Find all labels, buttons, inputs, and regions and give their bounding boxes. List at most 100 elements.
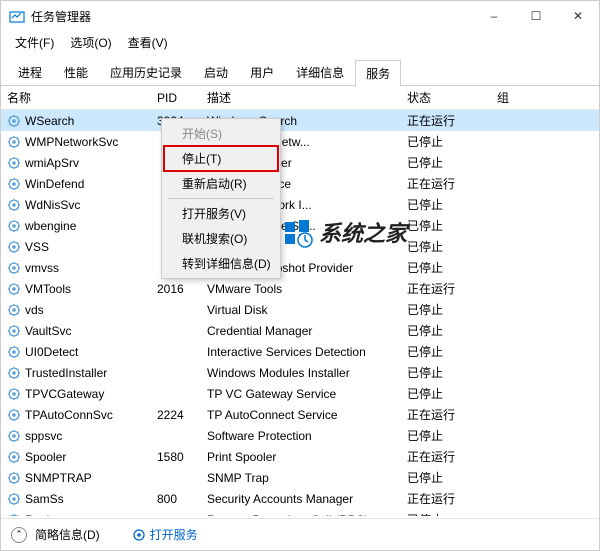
service-name: vmvss: [25, 261, 59, 275]
col-header-pid[interactable]: PID: [151, 89, 201, 107]
menu-options[interactable]: 选项(O): [64, 32, 117, 53]
service-row[interactable]: sppsvcSoftware Protection已停止: [1, 425, 599, 446]
service-status: 已停止: [401, 299, 491, 320]
service-row[interactable]: WMPNetworkSvcledia Player Netw...已停止: [1, 131, 599, 152]
service-group: [491, 350, 599, 354]
service-row[interactable]: UI0DetectInteractive Services Detection已…: [1, 341, 599, 362]
service-row[interactable]: SamSs 800Security Accounts Manager正在运行: [1, 488, 599, 509]
service-name: VMTools: [25, 282, 71, 296]
tab-5[interactable]: 详细信息: [285, 59, 355, 85]
service-row[interactable]: SNMPTRAPSNMP Trap已停止: [1, 467, 599, 488]
menu-view[interactable]: 查看(V): [122, 32, 174, 53]
minimize-button[interactable]: –: [473, 1, 515, 31]
service-group: [491, 203, 599, 207]
service-group: [491, 455, 599, 459]
menu-file[interactable]: 文件(F): [9, 32, 60, 53]
service-status: 已停止: [401, 131, 491, 152]
tab-0[interactable]: 进程: [7, 59, 53, 85]
service-group: [491, 140, 599, 144]
app-icon: [9, 8, 25, 24]
service-group: [491, 161, 599, 165]
open-services-link[interactable]: 打开服务: [132, 526, 198, 543]
tab-4[interactable]: 用户: [239, 59, 285, 85]
service-row[interactable]: RpcLocatorRemote Procedure Call (RPC) ..…: [1, 509, 599, 516]
ctx-search-online[interactable]: 联机搜索(O): [164, 226, 278, 251]
service-row[interactable]: WdNisSvcefender Network I...已停止: [1, 194, 599, 215]
service-group: [491, 245, 599, 249]
service-pid: [151, 476, 201, 480]
service-desc: TP VC Gateway Service: [201, 385, 401, 403]
service-desc: SNMP Trap: [201, 469, 401, 487]
grid-rows[interactable]: WSearch3904Windows Search正在运行WMPNetworkS…: [1, 110, 599, 516]
service-desc: Security Accounts Manager: [201, 490, 401, 508]
chevron-icon[interactable]: ⌃: [11, 527, 27, 543]
service-pid: 1580: [151, 448, 201, 466]
service-status: 正在运行: [401, 110, 491, 131]
tab-3[interactable]: 启动: [193, 59, 239, 85]
tab-6[interactable]: 服务: [355, 60, 401, 86]
tab-2[interactable]: 应用历史记录: [99, 59, 193, 85]
service-row[interactable]: VMTools2016VMware Tools正在运行: [1, 278, 599, 299]
context-menu: 开始(S) 停止(T) 重新启动(R) 打开服务(V) 联机搜索(O) 转到详细…: [161, 118, 281, 279]
service-name: UI0Detect: [25, 345, 78, 359]
service-status: 已停止: [401, 383, 491, 404]
service-row[interactable]: Spooler1580Print Spooler正在运行: [1, 446, 599, 467]
service-name: WSearch: [25, 114, 74, 128]
service-status: 正在运行: [401, 173, 491, 194]
col-header-status[interactable]: 状态: [401, 87, 491, 108]
service-pid: [151, 308, 201, 312]
service-name: VaultSvc: [25, 324, 71, 338]
ctx-open-services[interactable]: 打开服务(V): [164, 201, 278, 226]
service-group: [491, 266, 599, 270]
service-group: [491, 224, 599, 228]
service-row[interactable]: TPAutoConnSvc2224TP AutoConnect Service正…: [1, 404, 599, 425]
service-name: SamSs: [25, 492, 64, 506]
col-header-desc[interactable]: 描述: [201, 87, 401, 108]
gear-icon: [132, 528, 146, 542]
service-row[interactable]: vmvssVMware Snapshot Provider已停止: [1, 257, 599, 278]
col-header-name[interactable]: 名称: [1, 87, 151, 108]
service-desc: VMware Tools: [201, 280, 401, 298]
service-status: 已停止: [401, 425, 491, 446]
service-desc: Windows Modules Installer: [201, 364, 401, 382]
tab-1[interactable]: 性能: [53, 59, 99, 85]
brief-info-link[interactable]: 简略信息(D): [35, 526, 100, 543]
service-row[interactable]: TPVCGatewayTP VC Gateway Service已停止: [1, 383, 599, 404]
service-status: 已停止: [401, 320, 491, 341]
service-pid: [151, 371, 201, 375]
maximize-button[interactable]: ☐: [515, 1, 557, 31]
grid-header: 名称 PID 描述 状态 组: [1, 86, 599, 110]
service-status: 已停止: [401, 257, 491, 278]
service-status: 正在运行: [401, 404, 491, 425]
service-name: wbengine: [25, 219, 76, 233]
service-group: [491, 434, 599, 438]
service-row[interactable]: WinDefendefender Service正在运行: [1, 173, 599, 194]
service-pid: 800: [151, 490, 201, 508]
service-desc: TP AutoConnect Service: [201, 406, 401, 424]
close-button[interactable]: ✕: [557, 1, 599, 31]
service-row[interactable]: wbengineBackup Engine Se...已停止: [1, 215, 599, 236]
service-desc: Credential Manager: [201, 322, 401, 340]
service-group: [491, 182, 599, 186]
service-desc: Software Protection: [201, 427, 401, 445]
ctx-start: 开始(S): [164, 121, 278, 146]
service-row[interactable]: vdsVirtual Disk已停止: [1, 299, 599, 320]
ctx-restart[interactable]: 重新启动(R): [164, 171, 278, 196]
ctx-goto-details[interactable]: 转到详细信息(D): [164, 251, 278, 276]
col-header-group[interactable]: 组: [491, 87, 599, 108]
service-group: [491, 329, 599, 333]
service-row[interactable]: VSS已停止: [1, 236, 599, 257]
service-row[interactable]: VaultSvc Credential Manager已停止: [1, 320, 599, 341]
ctx-stop[interactable]: 停止(T): [164, 146, 278, 171]
service-row[interactable]: wmiApSrvrmance Adapter已停止: [1, 152, 599, 173]
service-name: Spooler: [25, 450, 66, 464]
service-row[interactable]: WSearch3904Windows Search正在运行: [1, 110, 599, 131]
service-row[interactable]: TrustedInstallerWindows Modules Installe…: [1, 362, 599, 383]
service-group: [491, 497, 599, 501]
service-status: 已停止: [401, 509, 491, 516]
service-name: RpcLocator: [25, 513, 86, 517]
service-status: 已停止: [401, 215, 491, 236]
service-status: 已停止: [401, 362, 491, 383]
service-status: 已停止: [401, 236, 491, 257]
service-status: 正在运行: [401, 488, 491, 509]
